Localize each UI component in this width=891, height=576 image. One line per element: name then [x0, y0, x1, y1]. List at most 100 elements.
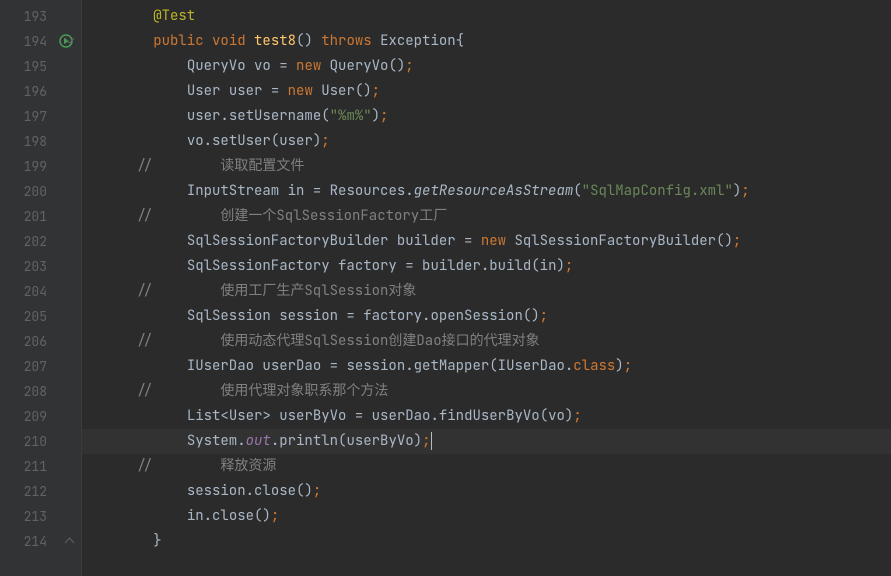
line-number: 204 — [0, 279, 81, 304]
line-number: 213 — [0, 504, 81, 529]
type-token: QueryVo — [187, 57, 246, 75]
paren-token: ( — [531, 257, 539, 275]
line-number: 195 — [0, 54, 81, 79]
semi-token: ; — [422, 432, 430, 450]
dot-token: . — [204, 507, 212, 525]
code-line[interactable]: // 释放资源 — [82, 454, 891, 479]
type-token: SqlSession — [187, 307, 271, 325]
code-line[interactable]: SqlSession session = factory.openSession… — [82, 304, 891, 329]
dot-token: . — [405, 357, 413, 375]
code-line[interactable]: SqlSessionFactoryBuilder builder = new S… — [82, 229, 891, 254]
keyword-token: new — [481, 232, 506, 250]
paren-token: ) — [414, 432, 422, 450]
line-number-text: 194 — [24, 33, 47, 50]
code-line[interactable]: in.close(); — [82, 504, 891, 529]
line-number: 211 — [0, 454, 81, 479]
code-line[interactable]: session.close(); — [82, 479, 891, 504]
indent — [86, 232, 187, 250]
line-number: 214 — [0, 529, 81, 554]
var-token: factory — [363, 307, 422, 325]
code-line[interactable]: @Test — [82, 4, 891, 29]
dot-token: . — [220, 107, 228, 125]
class-token: Resources — [330, 182, 406, 200]
keyword-token: class — [573, 357, 615, 375]
method-name-token: test8 — [254, 32, 296, 50]
code-content-area[interactable]: @Test public void test8() throws Excepti… — [82, 0, 891, 576]
operator-token: = — [346, 407, 371, 425]
indent — [86, 307, 187, 325]
semi-token: ; — [565, 257, 573, 275]
static-method-token: getResourceAsStream — [414, 182, 574, 200]
code-line[interactable]: // 创建一个SqlSessionFactory工厂 — [82, 204, 891, 229]
method-call-token: getMapper — [414, 357, 490, 375]
paren-token: ) — [615, 357, 623, 375]
paren-token: ( — [540, 407, 548, 425]
brace-token: { — [456, 32, 464, 50]
line-numbers-column: 193 194 195 196 197 198 199 200 201 202 … — [0, 4, 81, 554]
code-line[interactable]: SqlSessionFactory factory = builder.buil… — [82, 254, 891, 279]
var-token: session — [346, 357, 405, 375]
indent — [86, 7, 153, 25]
arg-token: vo — [548, 407, 565, 425]
code-line-current[interactable]: System.out.println(userByVo); — [82, 429, 891, 454]
line-number: 206 — [0, 329, 81, 354]
indent — [86, 457, 136, 475]
operator-token: = — [271, 57, 296, 75]
semi-token: ; — [380, 107, 388, 125]
var-token: builder — [397, 232, 456, 250]
code-line[interactable]: // 使用工厂生产SqlSession对象 — [82, 279, 891, 304]
paren-token: () — [254, 507, 271, 525]
comment-token: // 读取配置文件 — [136, 157, 304, 175]
arg-token: IUserDao — [498, 357, 565, 375]
method-call-token: build — [489, 257, 531, 275]
text-cursor — [431, 432, 432, 450]
string-token: "SqlMapConfig.xml" — [582, 182, 733, 200]
code-line[interactable]: QueryVo vo = new QueryVo(); — [82, 54, 891, 79]
semi-token: ; — [573, 407, 581, 425]
code-line[interactable]: vo.setUser(user); — [82, 129, 891, 154]
type-token: QueryVo — [330, 57, 389, 75]
editor-gutter: 193 194 195 196 197 198 199 200 201 202 … — [0, 0, 82, 576]
indent — [86, 257, 187, 275]
dot-token: . — [204, 132, 212, 150]
code-line[interactable]: // 读取配置文件 — [82, 154, 891, 179]
dot-token: . — [405, 182, 413, 200]
line-number: 202 — [0, 229, 81, 254]
keyword-token: void — [212, 32, 246, 50]
var-token: userDao — [372, 407, 431, 425]
type-token: Exception — [380, 32, 456, 50]
semi-token: ; — [372, 82, 380, 100]
line-number: 200 — [0, 179, 81, 204]
code-line[interactable]: } — [82, 529, 891, 554]
var-token: in — [187, 507, 204, 525]
var-token: session — [279, 307, 338, 325]
line-number: 209 — [0, 404, 81, 429]
fold-collapse-icon[interactable] — [63, 34, 75, 46]
line-number: 201 — [0, 204, 81, 229]
code-line[interactable]: List<User> userByVo = userDao.findUserBy… — [82, 404, 891, 429]
code-line[interactable]: IUserDao userDao = session.getMapper(IUs… — [82, 354, 891, 379]
code-line[interactable]: // 使用代理对象职系那个方法 — [82, 379, 891, 404]
paren-token: ( — [489, 357, 497, 375]
code-line[interactable]: User user = new User(); — [82, 79, 891, 104]
code-line[interactable]: public void test8() throws Exception{ — [82, 29, 891, 54]
fold-expand-icon[interactable] — [63, 534, 75, 546]
code-line[interactable]: // 使用动态代理SqlSession创建Dao接口的代理对象 — [82, 329, 891, 354]
semi-token: ; — [321, 132, 329, 150]
type-token: List — [187, 407, 221, 425]
operator-token: = — [456, 232, 481, 250]
keyword-token: new — [296, 57, 321, 75]
annotation-token: @Test — [153, 7, 195, 25]
indent — [86, 357, 187, 375]
code-line[interactable]: user.setUsername("%m%"); — [82, 104, 891, 129]
code-line[interactable]: InputStream in = Resources.getResourceAs… — [82, 179, 891, 204]
indent — [86, 482, 187, 500]
var-token: vo — [187, 132, 204, 150]
line-number: 205 — [0, 304, 81, 329]
method-call-token: close — [254, 482, 296, 500]
keyword-token: public — [153, 32, 203, 50]
line-number: 198 — [0, 129, 81, 154]
line-number: 212 — [0, 479, 81, 504]
comment-token: // 释放资源 — [136, 457, 276, 475]
line-number: 207 — [0, 354, 81, 379]
